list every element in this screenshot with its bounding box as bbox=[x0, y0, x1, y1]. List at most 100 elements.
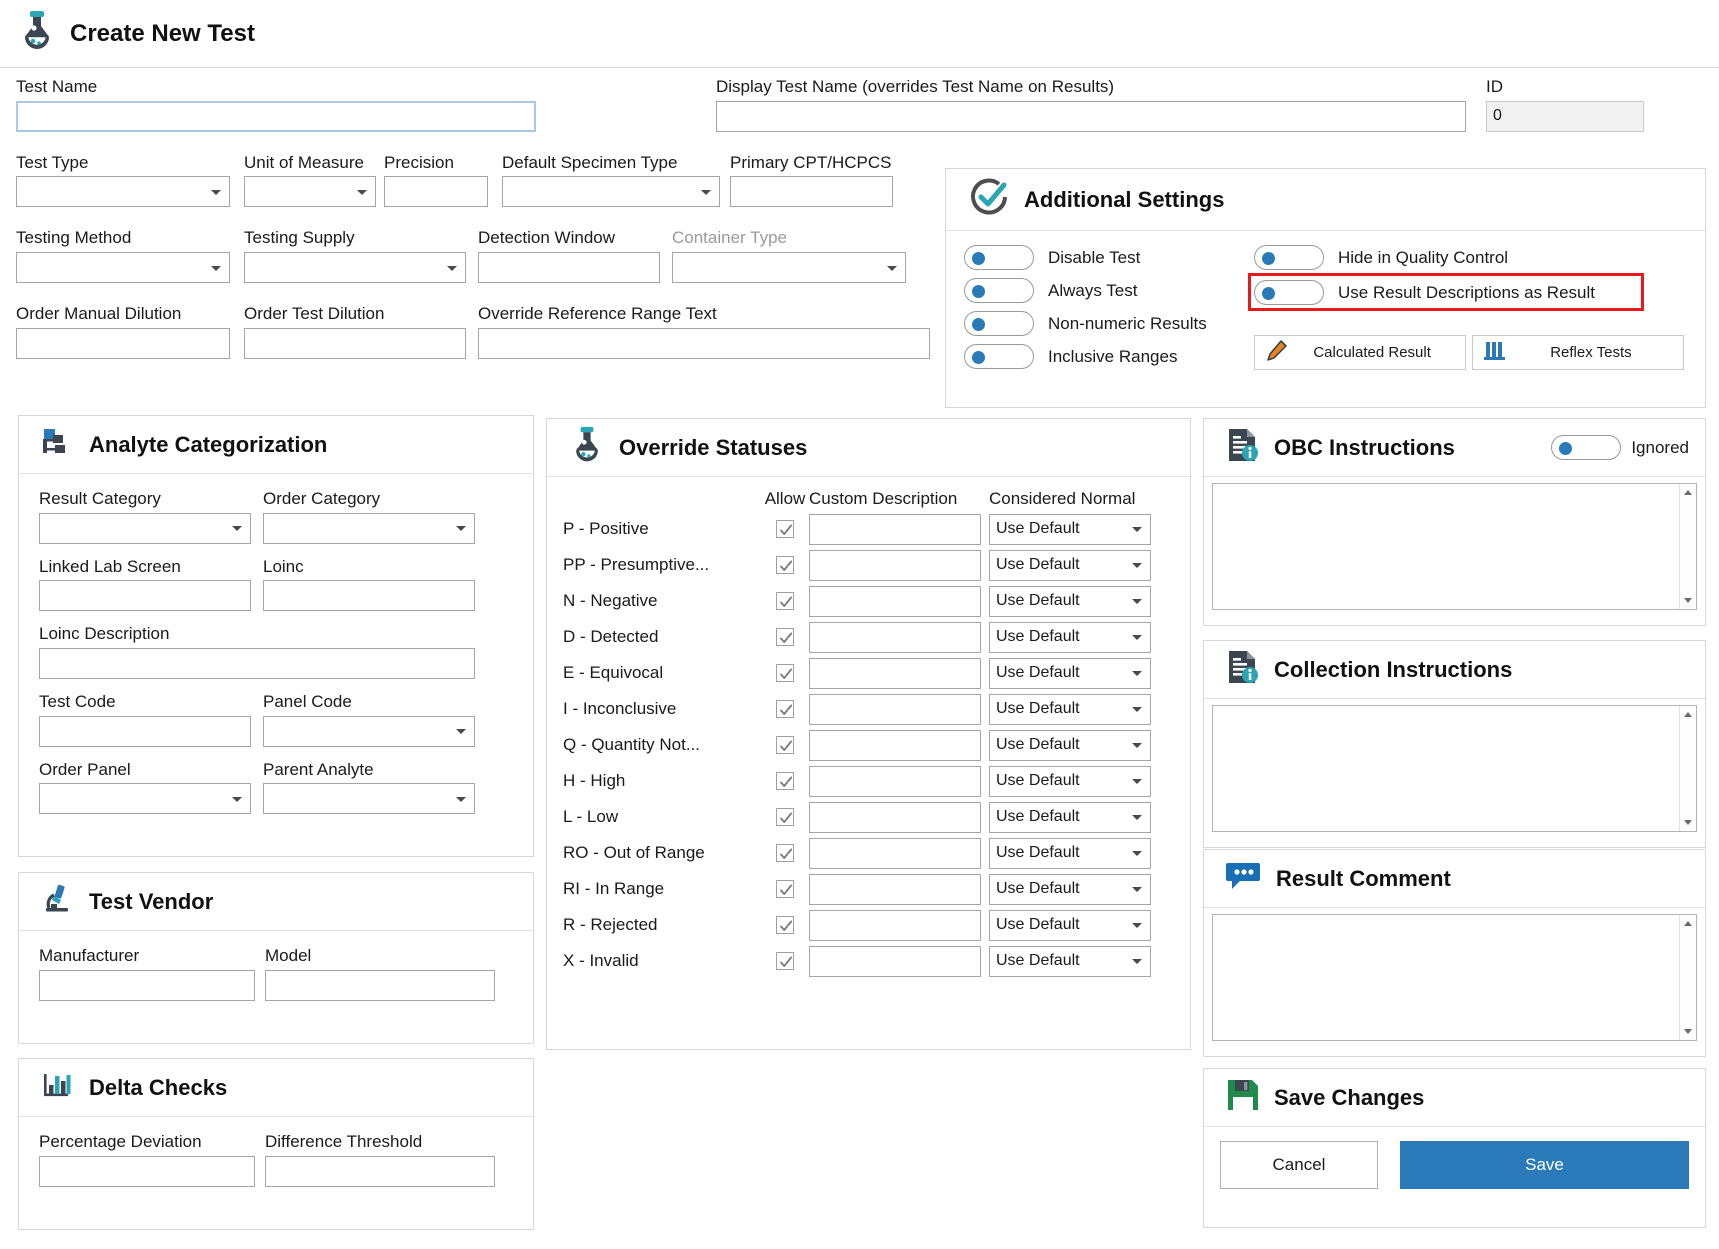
considered-normal-select[interactable]: Use Default bbox=[989, 549, 1151, 581]
toggle-always-test[interactable]: Always Test bbox=[964, 278, 1254, 303]
test-type-value bbox=[17, 177, 229, 182]
custom-description-input[interactable] bbox=[809, 549, 981, 581]
custom-description-input[interactable] bbox=[809, 621, 981, 653]
obc-instructions-textarea[interactable] bbox=[1212, 483, 1697, 610]
custom-description-input[interactable] bbox=[809, 765, 981, 797]
allow-checkbox[interactable] bbox=[776, 736, 794, 754]
primary-cpt-label: Primary CPT/HCPCS bbox=[730, 152, 892, 172]
manufacturer-input[interactable] bbox=[39, 969, 255, 1001]
toggle-switch[interactable] bbox=[964, 278, 1034, 303]
result-comment-textarea[interactable] bbox=[1212, 914, 1697, 1041]
considered-normal-select[interactable]: Use Default bbox=[989, 585, 1151, 617]
scroll-up-arrow[interactable] bbox=[1680, 484, 1696, 501]
custom-description-input[interactable] bbox=[809, 945, 981, 977]
test-type-select[interactable] bbox=[16, 176, 230, 208]
custom-description-input[interactable] bbox=[809, 585, 981, 617]
allow-checkbox[interactable] bbox=[776, 772, 794, 790]
allow-checkbox[interactable] bbox=[776, 916, 794, 934]
allow-checkbox[interactable] bbox=[776, 556, 794, 574]
toggle-non-numeric-results[interactable]: Non-numeric Results bbox=[964, 311, 1254, 336]
obc-ignored-toggle[interactable] bbox=[1551, 435, 1622, 460]
allow-checkbox[interactable] bbox=[776, 700, 794, 718]
custom-description-input[interactable] bbox=[809, 801, 981, 833]
allow-checkbox[interactable] bbox=[776, 808, 794, 826]
loinc-description-input[interactable] bbox=[39, 648, 475, 680]
collection-instructions-textarea[interactable] bbox=[1212, 705, 1697, 832]
pencil-icon bbox=[1265, 339, 1289, 367]
toggle-switch[interactable] bbox=[1254, 245, 1324, 270]
order-manual-dilution-input[interactable] bbox=[16, 327, 230, 359]
default-specimen-type-select[interactable] bbox=[502, 176, 720, 208]
considered-normal-select[interactable]: Use Default bbox=[989, 693, 1151, 725]
testing-supply-select[interactable] bbox=[244, 252, 466, 284]
toggle-switch[interactable] bbox=[964, 344, 1034, 369]
considered-normal-select[interactable]: Use Default bbox=[989, 621, 1151, 653]
toggle-switch[interactable] bbox=[964, 311, 1034, 336]
reflex-tests-button[interactable]: Reflex Tests bbox=[1471, 335, 1684, 370]
toggle-hide-in-quality-control[interactable]: Hide in Quality Control bbox=[1254, 245, 1684, 270]
toggle-disable-test[interactable]: Disable Test bbox=[964, 245, 1254, 270]
unit-of-measure-select[interactable] bbox=[244, 176, 376, 208]
custom-description-input[interactable] bbox=[809, 729, 981, 761]
considered-normal-select[interactable]: Use Default bbox=[989, 765, 1151, 797]
allow-checkbox[interactable] bbox=[776, 592, 794, 610]
custom-description-input[interactable] bbox=[809, 693, 981, 725]
order-panel-select[interactable] bbox=[39, 783, 251, 815]
detection-window-input[interactable] bbox=[478, 252, 660, 284]
container-type-select[interactable] bbox=[672, 252, 906, 284]
scrollbar[interactable] bbox=[1679, 484, 1696, 609]
custom-description-cell bbox=[809, 909, 981, 941]
precision-input[interactable] bbox=[384, 176, 488, 208]
considered-normal-select[interactable]: Use Default bbox=[989, 729, 1151, 761]
primary-cpt-input[interactable] bbox=[730, 176, 893, 208]
save-changes-card: Save Changes Cancel Save bbox=[1203, 1068, 1706, 1228]
model-input[interactable] bbox=[265, 969, 495, 1001]
linked-lab-screen-input[interactable] bbox=[39, 580, 251, 612]
comment-icon bbox=[1226, 860, 1262, 897]
custom-description-input[interactable] bbox=[809, 657, 981, 689]
test-code-input[interactable] bbox=[39, 715, 251, 747]
override-reference-range-text-input[interactable] bbox=[478, 327, 930, 359]
allow-checkbox[interactable] bbox=[776, 628, 794, 646]
custom-description-input[interactable] bbox=[809, 513, 981, 545]
considered-normal-cell: Use Default bbox=[989, 549, 1151, 581]
scroll-down-arrow[interactable] bbox=[1680, 1023, 1696, 1040]
loinc-input[interactable] bbox=[263, 580, 475, 612]
order-category-select[interactable] bbox=[263, 512, 475, 544]
scroll-up-arrow[interactable] bbox=[1680, 706, 1696, 723]
toggle-inclusive-ranges[interactable]: Inclusive Ranges bbox=[964, 344, 1254, 369]
display-test-name-input[interactable] bbox=[716, 100, 1466, 132]
allow-checkbox[interactable] bbox=[776, 880, 794, 898]
considered-normal-select[interactable]: Use Default bbox=[989, 945, 1151, 977]
testing-method-select[interactable] bbox=[16, 252, 230, 284]
calculated-result-button[interactable]: Calculated Result bbox=[1254, 335, 1467, 370]
considered-normal-select[interactable]: Use Default bbox=[989, 513, 1151, 545]
custom-description-input[interactable] bbox=[809, 909, 981, 941]
difference-threshold-input[interactable] bbox=[265, 1155, 495, 1187]
order-test-dilution-input[interactable] bbox=[244, 327, 466, 359]
scrollbar[interactable] bbox=[1679, 915, 1696, 1040]
considered-normal-select[interactable]: Use Default bbox=[989, 873, 1151, 905]
scroll-up-arrow[interactable] bbox=[1680, 915, 1696, 932]
considered-normal-select[interactable]: Use Default bbox=[989, 909, 1151, 941]
allow-checkbox[interactable] bbox=[776, 664, 794, 682]
cancel-button[interactable]: Cancel bbox=[1220, 1141, 1378, 1189]
test-name-input[interactable] bbox=[16, 100, 536, 132]
panel-code-select[interactable] bbox=[263, 715, 475, 747]
custom-description-input[interactable] bbox=[809, 837, 981, 869]
result-category-select[interactable] bbox=[39, 512, 251, 544]
allow-checkbox[interactable] bbox=[776, 520, 794, 538]
parent-analyte-select[interactable] bbox=[263, 783, 475, 815]
considered-normal-select[interactable]: Use Default bbox=[989, 801, 1151, 833]
considered-normal-select[interactable]: Use Default bbox=[989, 837, 1151, 869]
save-button[interactable]: Save bbox=[1400, 1141, 1689, 1189]
percentage-deviation-input[interactable] bbox=[39, 1155, 255, 1187]
custom-description-input[interactable] bbox=[809, 873, 981, 905]
allow-checkbox[interactable] bbox=[776, 844, 794, 862]
allow-checkbox[interactable] bbox=[776, 952, 794, 970]
scrollbar[interactable] bbox=[1679, 706, 1696, 831]
scroll-down-arrow[interactable] bbox=[1680, 592, 1696, 609]
considered-normal-select[interactable]: Use Default bbox=[989, 657, 1151, 689]
toggle-switch[interactable] bbox=[964, 245, 1034, 270]
scroll-down-arrow[interactable] bbox=[1680, 814, 1696, 831]
